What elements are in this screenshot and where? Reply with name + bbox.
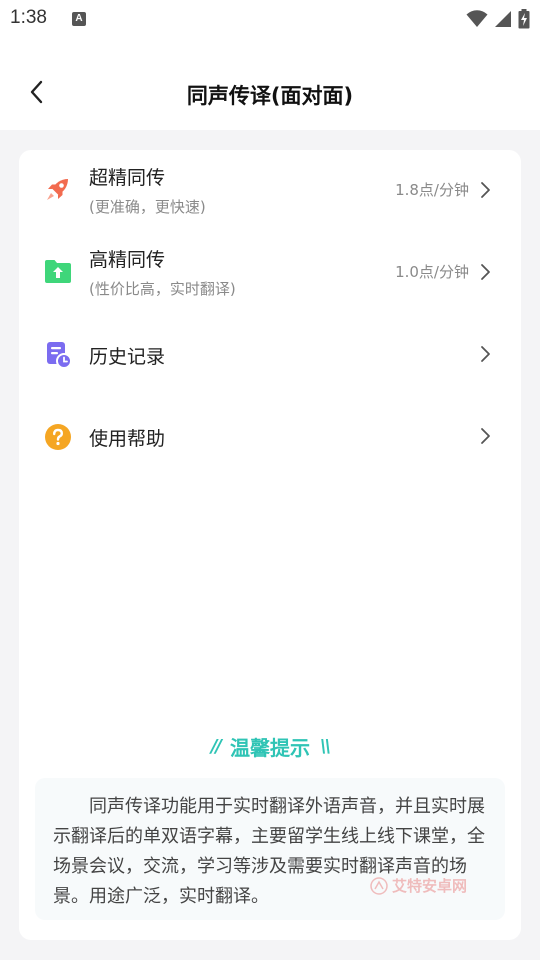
status-bar: 1:38 A bbox=[0, 0, 540, 38]
tips-title: 温馨提示 bbox=[230, 736, 310, 760]
watermark-logo-icon bbox=[370, 876, 388, 895]
tips-header: // 温馨提示 \\ bbox=[19, 732, 521, 761]
menu-item-subtitle: (性价比高，实时翻译) bbox=[89, 280, 236, 298]
tips-box: 同声传译功能用于实时翻译外语声音，并且实时展示翻译后的单双语字幕，主要留学生线上… bbox=[35, 778, 505, 920]
menu-item-super-precise[interactable]: 超精同传 (更准确，更快速) 1.8点/分钟 bbox=[19, 150, 521, 232]
menu-item-price: 1.0点/分钟 bbox=[395, 263, 469, 281]
page-title: 同声传译(面对面) bbox=[186, 84, 354, 108]
menu-item-history[interactable]: 历史记录 bbox=[19, 314, 521, 396]
watermark-text: 艾特安卓网 bbox=[392, 877, 468, 895]
rocket-icon bbox=[43, 174, 73, 204]
battery-icon bbox=[518, 9, 530, 29]
signal-icon bbox=[495, 11, 511, 27]
wifi-icon bbox=[466, 10, 488, 27]
chevron-right-icon bbox=[481, 264, 490, 280]
menu-item-title: 使用帮助 bbox=[89, 428, 166, 450]
help-icon bbox=[43, 422, 73, 452]
chevron-right-icon bbox=[481, 182, 490, 198]
status-time: 1:38 bbox=[10, 7, 47, 28]
status-icons bbox=[466, 8, 530, 30]
tips-decoration-left: // bbox=[210, 736, 222, 757]
menu-item-title: 历史记录 bbox=[89, 346, 166, 368]
chevron-right-icon bbox=[481, 346, 490, 362]
watermark: 艾特安卓网 bbox=[370, 875, 467, 896]
menu-item-help[interactable]: 使用帮助 bbox=[19, 396, 521, 478]
chevron-right-icon bbox=[481, 428, 490, 444]
header: 同声传译(面对面) bbox=[0, 38, 540, 130]
menu-item-subtitle: (更准确，更快速) bbox=[89, 198, 206, 216]
folder-upload-icon bbox=[43, 256, 73, 286]
menu-item-high-precise[interactable]: 高精同传 (性价比高，实时翻译) 1.0点/分钟 bbox=[19, 232, 521, 314]
menu-item-title: 高精同传 bbox=[89, 249, 166, 271]
menu-item-title: 超精同传 bbox=[89, 167, 166, 189]
notification-icon: A bbox=[72, 12, 86, 26]
tips-decoration-right: \\ bbox=[320, 736, 331, 757]
menu-item-price: 1.8点/分钟 bbox=[395, 181, 469, 199]
history-icon bbox=[43, 340, 73, 370]
main-card: 超精同传 (更准确，更快速) 1.8点/分钟 高精同传 (性价比高，实时翻译) … bbox=[19, 150, 521, 940]
